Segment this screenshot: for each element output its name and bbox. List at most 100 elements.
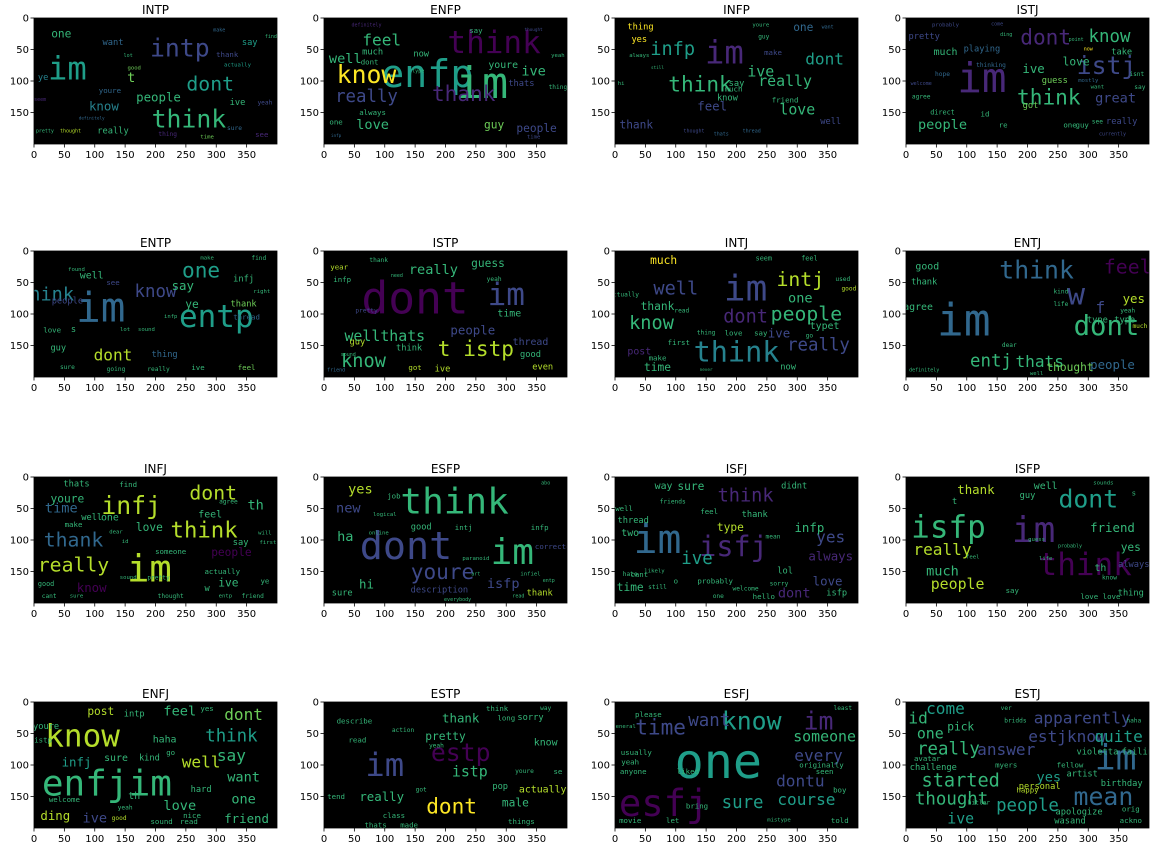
word-good: good — [38, 580, 54, 588]
x-tick-label: 0 — [612, 834, 618, 845]
word-class: class — [383, 811, 405, 820]
word-youre: youre — [515, 768, 534, 775]
word-people: people — [1090, 357, 1135, 372]
word-read: read — [674, 307, 689, 314]
x-tick-label: 100 — [957, 150, 976, 161]
x-tick-label: 350 — [1109, 383, 1128, 394]
word-thought: thought — [60, 128, 81, 134]
word-logical: logical — [373, 512, 397, 518]
x-tick-label: 100 — [85, 383, 104, 394]
word-type: type — [412, 69, 424, 75]
y-tick-label: 150 — [10, 108, 29, 119]
word-fellow: fellow — [1057, 761, 1084, 770]
y-tick-label: 150 — [882, 792, 901, 803]
word-playing: playing — [964, 45, 1001, 55]
x-tick-label: 200 — [436, 834, 455, 845]
x-tick-label: 250 — [466, 383, 485, 394]
word-never: never — [700, 368, 713, 373]
x-tick-label: 300 — [207, 383, 226, 394]
wordcloud-panel-esfp: ESFPthinkdont imyoureyesnewhahi isfpdescri… — [300, 462, 568, 620]
word-entp: entp — [543, 578, 555, 584]
y-tick-label: 0 — [895, 247, 901, 258]
word-thought: thought — [525, 27, 544, 33]
word-know: know — [1102, 574, 1117, 581]
panel-title: ISTP — [433, 236, 459, 250]
word-violetta: violetta — [1076, 747, 1118, 757]
word-least: least — [833, 705, 852, 712]
word-dont: dont — [186, 73, 234, 96]
word-much: much — [934, 47, 958, 58]
y-tick-label: 150 — [300, 108, 319, 119]
x-tick-label: 300 — [788, 609, 807, 620]
word-type: type — [1087, 315, 1108, 325]
word-yeah: yeah — [118, 804, 133, 811]
word-thank: thank — [619, 119, 653, 132]
word-told: told — [831, 816, 849, 825]
word-find: find — [251, 255, 266, 262]
word-yes: yes — [631, 35, 647, 45]
word-ive: ive — [681, 549, 712, 569]
word-guy: guy — [350, 337, 366, 347]
word-know: know — [717, 94, 739, 104]
y-tick-label: 150 — [10, 341, 29, 352]
word-thread: thread — [618, 516, 649, 526]
x-tick-label: 300 — [1079, 834, 1098, 845]
x-tick-label: 0 — [321, 150, 327, 161]
word-really: really — [359, 789, 404, 804]
word-definitely: definitely — [909, 368, 939, 374]
x-tick-label: 350 — [1109, 150, 1128, 161]
word-artist: artist — [1067, 770, 1098, 780]
x-tick-label: 250 — [1048, 383, 1067, 394]
y-tick-label: 50 — [597, 729, 610, 740]
word-youre: youre — [33, 722, 59, 732]
y-tick-label: 50 — [16, 504, 29, 515]
panel-title: ISFJ — [726, 462, 748, 476]
word-now: now — [780, 363, 796, 373]
word-general: general — [612, 724, 636, 730]
word-sounds: sounds — [1093, 480, 1113, 486]
x-tick-label: 350 — [527, 383, 546, 394]
word-right: right — [253, 289, 270, 295]
wordcloud-panel-istp: ISTPdont imt istpknowwellthats peoplereall… — [300, 236, 568, 394]
word-love: love — [1063, 56, 1090, 69]
word-se: se — [553, 767, 562, 776]
word-hello: hello — [753, 592, 775, 601]
word-sound: sound — [120, 575, 137, 581]
x-tick-label: 350 — [818, 609, 837, 620]
word-yeah: yeah — [429, 743, 444, 750]
word-ive: ive — [218, 576, 238, 589]
word-know: know — [722, 706, 782, 735]
word-probably: probably — [932, 23, 960, 29]
x-tick-label: 150 — [116, 834, 135, 845]
word-id: id — [981, 109, 990, 118]
y-tick-label: 0 — [23, 247, 29, 258]
word-well: well — [81, 513, 102, 523]
word-pretty: pretty — [909, 32, 940, 42]
y-tick-label: 100 — [300, 77, 319, 88]
y-tick-label: 0 — [23, 698, 29, 709]
word-actually: actually — [224, 62, 252, 68]
y-tick-label: 100 — [882, 536, 901, 547]
word-think: think — [396, 344, 423, 354]
word-infp: infp — [650, 39, 695, 60]
x-tick-label: 0 — [321, 834, 327, 845]
wordcloud-panel-istj: ISTJim istjdont knowthinkpeopleive lovegrea… — [882, 3, 1150, 161]
x-tick-label: 50 — [58, 609, 71, 620]
y-tick-label: 50 — [888, 278, 901, 289]
y-tick-label: 150 — [10, 567, 29, 578]
word-ye: ye — [185, 298, 199, 311]
word-one: one — [101, 513, 119, 524]
word-abo: abo — [541, 480, 550, 486]
word-good: good — [127, 65, 140, 71]
word-really: really — [913, 540, 971, 559]
y-tick-label: 100 — [882, 77, 901, 88]
word-always: always — [629, 53, 649, 59]
word-thank: thank — [911, 278, 938, 288]
word-dont: dont — [723, 307, 768, 328]
word-hitler: hitler — [968, 799, 991, 806]
x-tick-label: 200 — [436, 609, 455, 620]
x-tick-label: 100 — [957, 609, 976, 620]
x-tick-label: 0 — [31, 834, 37, 845]
word-let: let — [666, 816, 679, 825]
word-dont: dont — [94, 345, 133, 364]
